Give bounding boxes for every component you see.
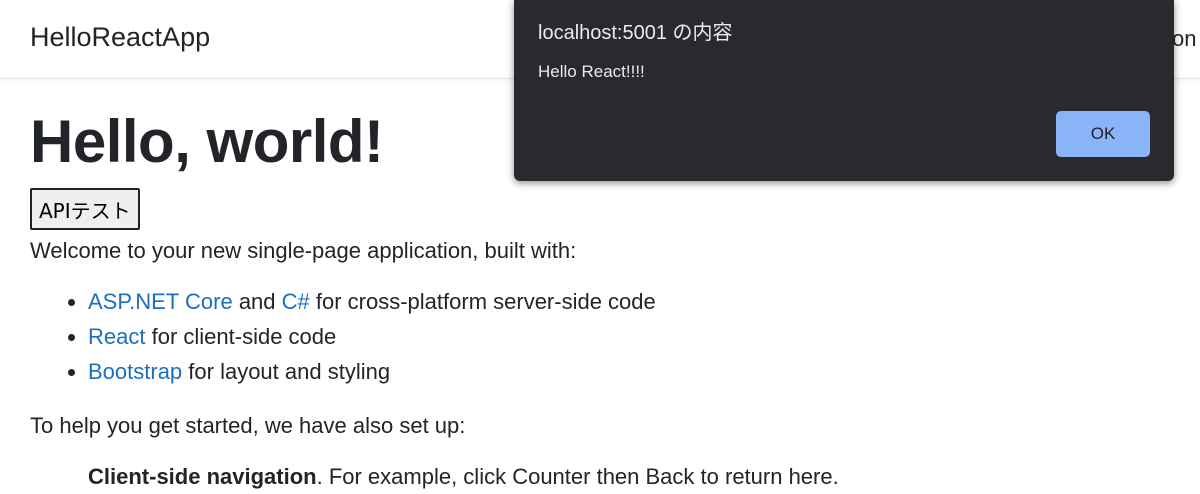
list-item: React for client-side code: [88, 319, 1170, 354]
react-link[interactable]: React: [88, 324, 145, 349]
api-test-button[interactable]: APIテスト: [30, 188, 140, 230]
list-item-text: for client-side code: [145, 324, 337, 349]
alert-dialog: localhost:5001 の内容 Hello React!!!! OK: [514, 0, 1174, 181]
list-item: Bootstrap for layout and styling: [88, 354, 1170, 389]
ok-button[interactable]: OK: [1056, 111, 1150, 157]
dialog-message: Hello React!!!!: [538, 62, 645, 81]
csharp-link[interactable]: C#: [282, 289, 310, 314]
dialog-title: localhost:5001 の内容: [538, 22, 733, 44]
list-item: Client-side navigation. For example, cli…: [30, 459, 1170, 494]
navbar-brand[interactable]: HelloReactApp: [30, 22, 210, 53]
list-item-text: and: [232, 289, 282, 314]
help-intro-text: To help you get started, we have also se…: [30, 413, 466, 438]
list-item: ASP.NET Core and C# for cross-platform s…: [88, 284, 1170, 319]
aspnet-core-link[interactable]: ASP.NET Core: [88, 289, 233, 314]
tech-list: ASP.NET Core and C# for cross-platform s…: [30, 284, 1170, 389]
list-item-text: for cross-platform server-side code: [309, 289, 656, 314]
bootstrap-link[interactable]: Bootstrap: [88, 359, 182, 384]
nav-link-partial[interactable]: on: [1172, 26, 1196, 52]
list-item-text: for layout and styling: [182, 359, 391, 384]
list-item-bold: Client-side navigation: [88, 464, 317, 489]
list-item-text: . For example, click Counter then Back t…: [316, 464, 839, 489]
intro-text: Welcome to your new single-page applicat…: [30, 238, 577, 263]
